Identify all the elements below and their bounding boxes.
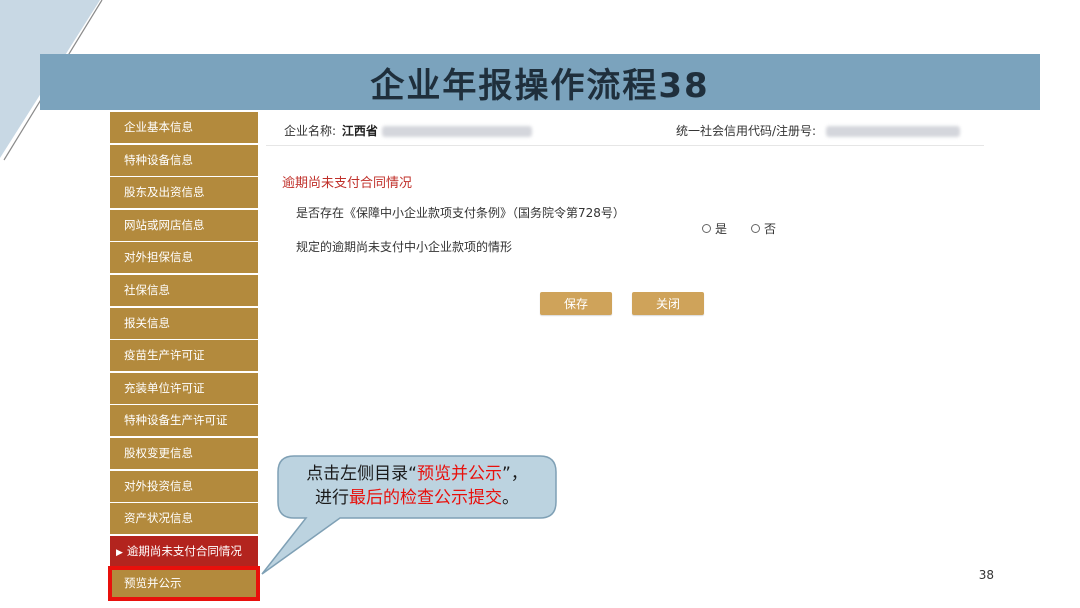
callout-text-part: 进行	[315, 488, 349, 508]
callout-line-1: 点击左侧目录“预览并公示”，	[278, 462, 556, 486]
callout-text-part: 。	[502, 488, 519, 508]
callout-text-part: 点击左侧目录“	[306, 464, 417, 484]
callout-text: 点击左侧目录“预览并公示”， 进行最后的检查公示提交。	[278, 456, 556, 518]
callout-highlight: 最后的检查公示提交	[349, 488, 502, 508]
callout-line-2: 进行最后的检查公示提交。	[278, 486, 556, 510]
page-number: 38	[978, 568, 994, 582]
callout-highlight: 预览并公示	[417, 464, 502, 484]
callout-text-part: ”，	[502, 464, 528, 484]
